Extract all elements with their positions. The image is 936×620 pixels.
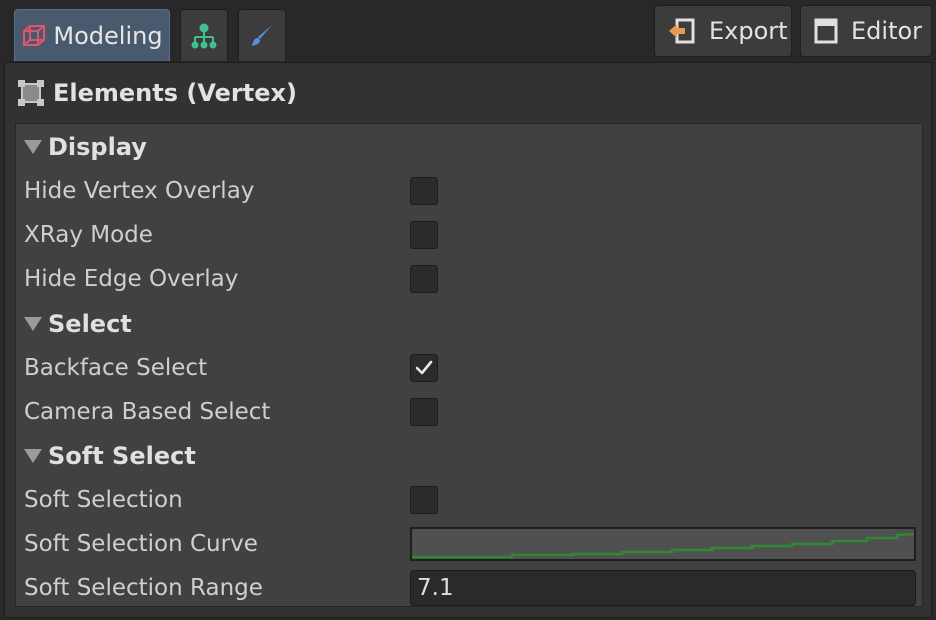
top-toolbar: Modeling Export Editor [0,0,936,62]
section-select-header[interactable]: Select [24,304,132,344]
hide-edge-overlay-checkbox[interactable] [410,265,438,293]
brush-icon [249,23,275,49]
backface-select-checkbox[interactable] [410,354,438,382]
curve-line [412,532,914,559]
vertex-select-icon [17,79,45,107]
setting-label: Soft Selection Range [24,575,263,601]
export-icon [667,17,697,45]
section-display-header[interactable]: Display [24,127,147,167]
window-icon [813,17,839,45]
foldout-arrow-icon [24,449,42,463]
setting-label: Hide Vertex Overlay [24,178,255,204]
setting-row: Hide Edge Overlay [24,259,238,299]
soft-selection-range-input[interactable]: 7.1 [410,570,916,606]
checkmark-icon [414,358,434,378]
tab-paint[interactable] [238,9,286,61]
camera-based-select-checkbox[interactable] [410,398,438,426]
foldout-arrow-icon [24,317,42,331]
tab-modeling[interactable]: Modeling [14,9,170,61]
export-button-label: Export [709,17,788,45]
section-title: Soft Select [48,442,196,470]
setting-row: Camera Based Select [24,392,270,432]
setting-label: Backface Select [24,355,208,381]
section-soft-select-header[interactable]: Soft Select [24,436,196,476]
settings-list: Display Hide Vertex Overlay XRay Mode Hi… [15,123,923,607]
section-title: Select [48,310,132,338]
xray-mode-checkbox[interactable] [410,221,438,249]
soft-selection-curve-field[interactable] [410,527,916,561]
setting-label: Camera Based Select [24,399,271,425]
setting-row: XRay Mode [24,215,153,255]
setting-row: Soft Selection Range [24,568,263,608]
soft-selection-checkbox[interactable] [410,486,438,514]
setting-row: Hide Vertex Overlay [24,171,254,211]
setting-label: Soft Selection [24,487,183,513]
elements-panel: Elements (Vertex) Display Hide Vertex Ov… [4,62,932,618]
hierarchy-icon [191,23,217,49]
foldout-arrow-icon [24,140,42,154]
panel-header: Elements (Vertex) [5,63,931,123]
setting-label: Hide Edge Overlay [24,266,239,292]
tab-modeling-label: Modeling [53,21,163,50]
setting-row: Soft Selection [24,480,183,520]
hide-vertex-overlay-checkbox[interactable] [410,177,438,205]
setting-label: XRay Mode [24,222,153,248]
panel-title: Elements (Vertex) [53,79,297,107]
setting-label: Soft Selection Curve [24,531,258,557]
setting-row: Backface Select [24,348,207,388]
cube-icon [21,23,47,49]
export-button[interactable]: Export [654,5,792,57]
setting-row: Soft Selection Curve [24,524,258,564]
tab-hierarchy[interactable] [180,9,228,61]
editor-button[interactable]: Editor [800,5,932,57]
editor-button-label: Editor [851,17,923,45]
section-title: Display [48,133,147,161]
